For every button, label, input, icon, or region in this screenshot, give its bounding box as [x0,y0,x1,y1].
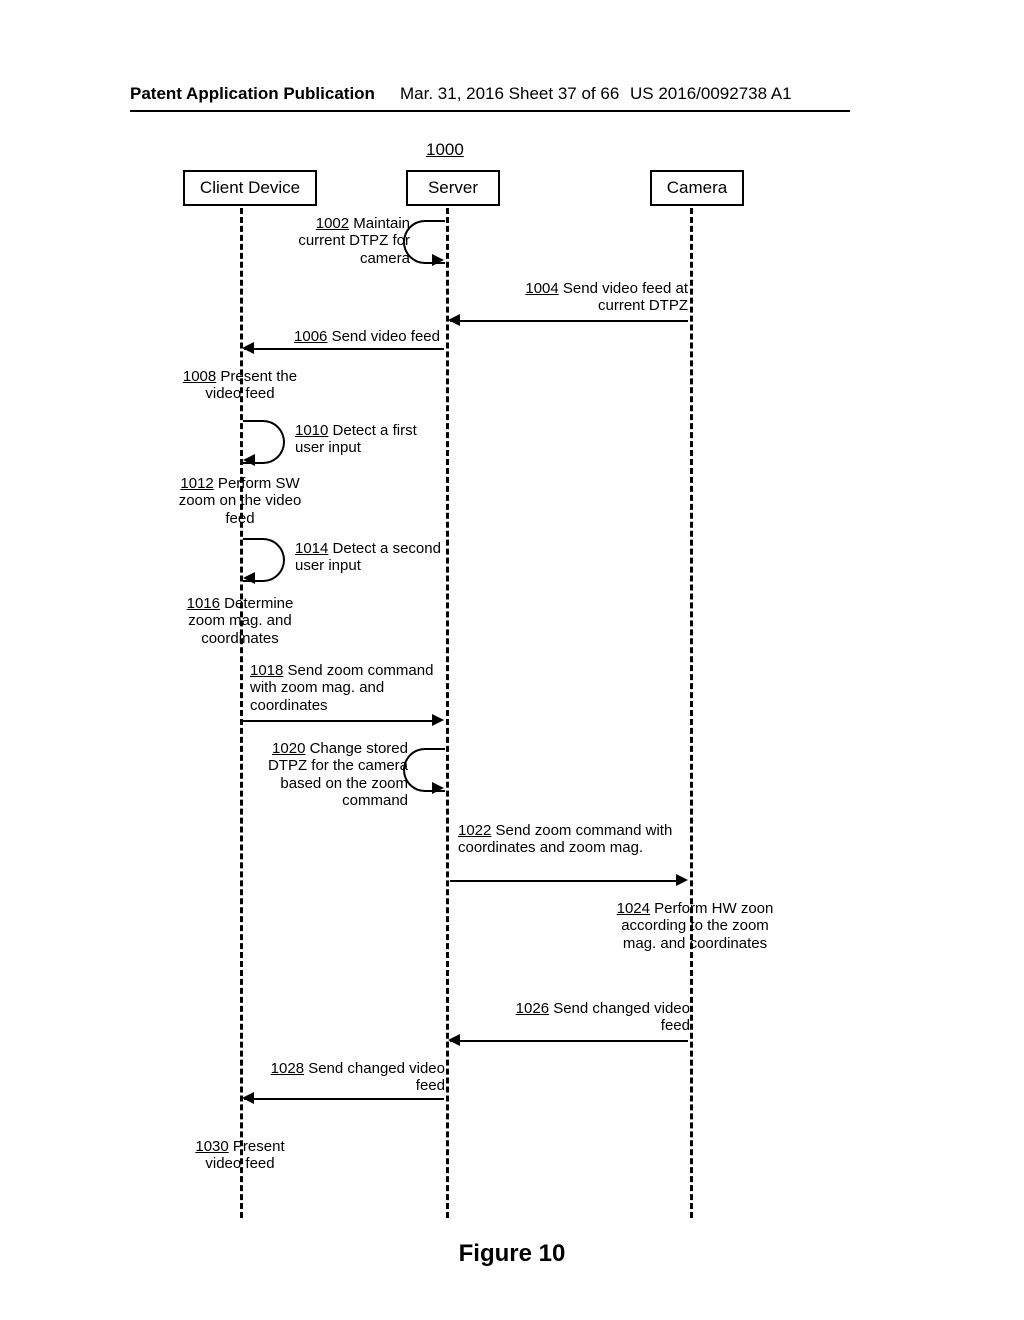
arrow-1018 [432,714,444,726]
lifeline-server [446,208,449,1218]
msg-1002: 1002 Maintain current DTPZ for camera [280,215,410,267]
arrow-1028 [242,1092,254,1104]
lifeline-camera [690,208,693,1218]
arrow-1004 [448,314,460,326]
line-1022 [450,880,678,882]
msg-1004: 1004 Send video feed at current DTPZ [488,280,688,315]
msg-1010: 1010 Detect a first user input [295,422,425,457]
arrow-1006 [242,342,254,354]
line-1004 [450,320,688,322]
msg-1030: 1030 Present video feed [180,1138,300,1173]
actor-client: Client Device [183,170,317,206]
msg-1024: 1024 Perform HW zoon according to the zo… [610,900,780,952]
arrow-1020 [432,782,444,794]
lifeline-client [240,208,243,1218]
line-1006 [244,348,444,350]
header-left: Patent Application Publication [130,84,375,104]
line-1018 [243,720,433,722]
msg-1014: 1014 Detect a second user input [295,540,445,575]
msg-1012: 1012 Perform SW zoom on the video feed [165,475,315,527]
actor-server: Server [406,170,500,206]
msg-1026: 1026 Send changed video feed [490,1000,690,1035]
line-1028 [244,1098,444,1100]
arrow-1010 [243,454,255,466]
actor-camera: Camera [650,170,744,206]
arrow-1026 [448,1034,460,1046]
msg-1020: 1020 Change stored DTPZ for the camera b… [248,740,408,809]
header-rule [130,110,850,112]
line-1026 [450,1040,688,1042]
arrow-1002 [432,254,444,266]
msg-1028: 1028 Send changed video feed [260,1060,445,1095]
arrow-1022 [676,874,688,886]
msg-1022: 1022 Send zoom command with coordinates … [458,822,678,857]
arrow-1014 [243,572,255,584]
header-mid: Mar. 31, 2016 Sheet 37 of 66 [400,84,619,104]
figure-number: 1000 [426,140,464,160]
msg-1006: 1006 Send video feed [280,328,440,345]
msg-1008: 1008 Present the video feed [170,368,310,403]
msg-1016: 1016 Determine zoom mag. and coordinates [170,595,310,647]
header-right: US 2016/0092738 A1 [630,84,792,104]
msg-1018: 1018 Send zoom command with zoom mag. an… [250,662,445,714]
figure-caption: Figure 10 [0,1240,1024,1268]
